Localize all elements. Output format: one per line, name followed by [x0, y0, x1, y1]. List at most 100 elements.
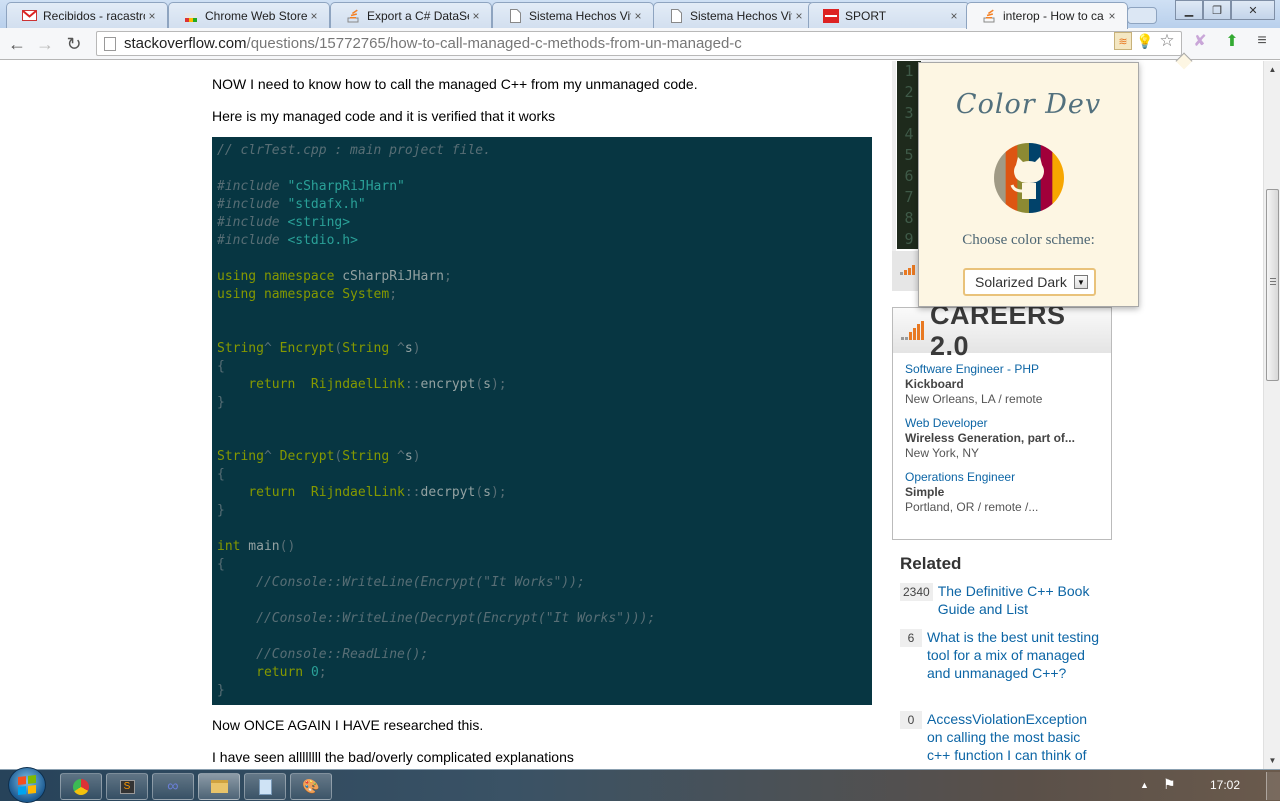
lightbulb-icon[interactable]: 💡 [1136, 32, 1154, 50]
tab-chrome-web-store[interactable]: Chrome Web Store × [168, 2, 330, 28]
logo-stripe [994, 143, 1007, 213]
tab-sport[interactable]: SPORT × [808, 2, 970, 28]
code-token: String [217, 341, 264, 356]
taskbar-clock[interactable]: 17:02 [1210, 778, 1240, 792]
scrollbar-thumb[interactable] [1266, 189, 1279, 381]
job-title-link[interactable]: Software Engineer - PHP [905, 362, 1099, 377]
code-token: s [404, 449, 413, 464]
tab-close-icon[interactable]: × [792, 9, 806, 23]
job-location: Portland, OR / remote /... [905, 500, 1039, 514]
job-company: Wireless Generation, part of... [905, 431, 1075, 445]
tab-close-icon[interactable]: × [145, 9, 159, 23]
related-heading: Related [900, 554, 962, 573]
gmail-icon [21, 9, 37, 23]
url-host: stackoverflow.com [124, 35, 247, 52]
code-line: return RijndaelLink::encrypt(s); [217, 376, 867, 394]
taskbar-sublime[interactable]: S [106, 773, 148, 800]
code-token: } [217, 683, 225, 698]
chrome-web-store-icon [183, 9, 199, 23]
forward-button[interactable]: → [33, 32, 57, 56]
reload-button[interactable]: ↻ [62, 32, 86, 56]
code-token: // clrTest.cpp : main project file. [217, 143, 491, 158]
code-token: #include [217, 197, 280, 212]
address-bar[interactable]: stackoverflow.com/questions/15772765/how… [96, 31, 1182, 56]
new-tab-button[interactable] [1127, 7, 1157, 24]
tab-label: Recibidos - racastro [43, 8, 145, 23]
chrome-menu-icon[interactable]: ≡ [1252, 32, 1272, 50]
taskbar-explorer[interactable] [198, 773, 240, 800]
scroll-down-arrow-icon[interactable]: ▼ [1264, 752, 1280, 769]
code-token: "stdafx.h" [287, 197, 366, 212]
code-token: () [279, 539, 296, 554]
related-link[interactable]: The Definitive C++ Book Guide and List [938, 582, 1100, 618]
tab-gmail[interactable]: Recibidos - racastro × [6, 2, 168, 28]
taskbar-infinity-app[interactable]: ∞ [152, 773, 194, 800]
careers-widget: CAREERS 2.0 Software Engineer - PHP Kick… [892, 300, 1112, 540]
code-token: //Console::WriteLine(Encrypt("It Works")… [256, 575, 585, 590]
code-token: String [342, 341, 390, 356]
code-token: return RijndaelLink [248, 485, 405, 500]
minimize-button[interactable]: ▁ [1175, 0, 1203, 20]
code-token: { [217, 359, 225, 374]
maximize-button[interactable]: ❐ [1203, 0, 1231, 20]
code-token: String [342, 449, 390, 464]
taskbar-chrome[interactable] [60, 773, 102, 800]
taskbar-paint[interactable]: 🎨 [290, 773, 332, 800]
bookmark-star-icon[interactable]: ☆ [1158, 31, 1176, 50]
job-title-link[interactable]: Operations Engineer [905, 470, 1099, 485]
vertical-scrollbar[interactable]: ▲ ▼ [1263, 61, 1280, 769]
code-token: //Console::WriteLine(Decrypt(Encrypt("It… [256, 611, 656, 626]
show-hidden-icons-arrow-icon[interactable]: ▲ [1140, 780, 1149, 790]
color-scheme-select[interactable]: Solarized Dark ▼ [963, 268, 1096, 296]
logo-stripe [1052, 143, 1064, 213]
job-company: Kickboard [905, 377, 964, 391]
browser-tab-strip: Recibidos - racastro × Chrome Web Store … [0, 0, 1280, 29]
tab-close-icon[interactable]: × [1105, 9, 1119, 23]
tab-export-dataset[interactable]: Export a C# DataSet × [330, 2, 492, 28]
taskbar-notepad[interactable] [244, 773, 286, 800]
code-token: 0 [310, 665, 319, 680]
code-token: using namespace [217, 269, 335, 284]
extension-x-icon[interactable]: ✘ [1190, 32, 1210, 50]
tab-sistema-hechos-1[interactable]: Sistema Hechos Vita × [492, 2, 654, 28]
logo-stripe [1040, 143, 1053, 213]
show-desktop-button[interactable] [1266, 772, 1280, 800]
tab-sistema-hechos-2[interactable]: Sistema Hechos Vita × [653, 2, 815, 28]
post-paragraph: Now ONCE AGAIN I HAVE researched this. [212, 717, 484, 733]
tab-close-icon[interactable]: × [947, 9, 961, 23]
tab-close-icon[interactable]: × [631, 9, 645, 23]
job-title-link[interactable]: Web Developer [905, 416, 1099, 431]
job-location: New Orleans, LA / remote [905, 392, 1043, 406]
color-dev-extension-icon[interactable]: ≋ [1114, 32, 1132, 50]
related-link[interactable]: What is the best unit testing tool for a… [927, 628, 1100, 682]
related-link[interactable]: AccessViolationException on calling the … [927, 710, 1100, 764]
code-token: Decrypt [271, 449, 335, 464]
code-token: int [217, 539, 241, 554]
post-paragraph: I have seen allllllll the bad/overly com… [212, 749, 574, 765]
scroll-up-arrow-icon[interactable]: ▲ [1264, 61, 1280, 78]
selected-scheme: Solarized Dark [975, 274, 1067, 290]
tab-close-icon[interactable]: × [307, 9, 321, 23]
extension-update-icon[interactable]: ⬆ [1222, 32, 1242, 50]
code-token: } [217, 503, 225, 518]
code-token: <string> [287, 215, 351, 230]
code-token: :: [404, 377, 421, 392]
code-token: ^ [389, 341, 405, 356]
tab-close-icon[interactable]: × [469, 9, 483, 23]
action-center-flag-icon[interactable]: ⚑ [1163, 776, 1176, 793]
back-button[interactable]: ← [5, 32, 29, 56]
windows-explorer-icon [210, 780, 228, 793]
job-listing: Software Engineer - PHP Kickboard New Or… [893, 362, 1111, 407]
tab-label: Sistema Hechos Vita [690, 8, 792, 23]
start-button[interactable] [8, 767, 46, 803]
careers-header[interactable]: CAREERS 2.0 [893, 300, 1111, 361]
dropdown-arrow-icon[interactable]: ▼ [1074, 275, 1088, 289]
windows-logo-icon [18, 775, 36, 795]
tab-interop-active[interactable]: interop - How to ca × [966, 2, 1128, 29]
notepad-icon [258, 778, 272, 795]
tab-label: Sistema Hechos Vita [529, 8, 631, 23]
close-window-button[interactable]: ✕ [1231, 0, 1275, 20]
